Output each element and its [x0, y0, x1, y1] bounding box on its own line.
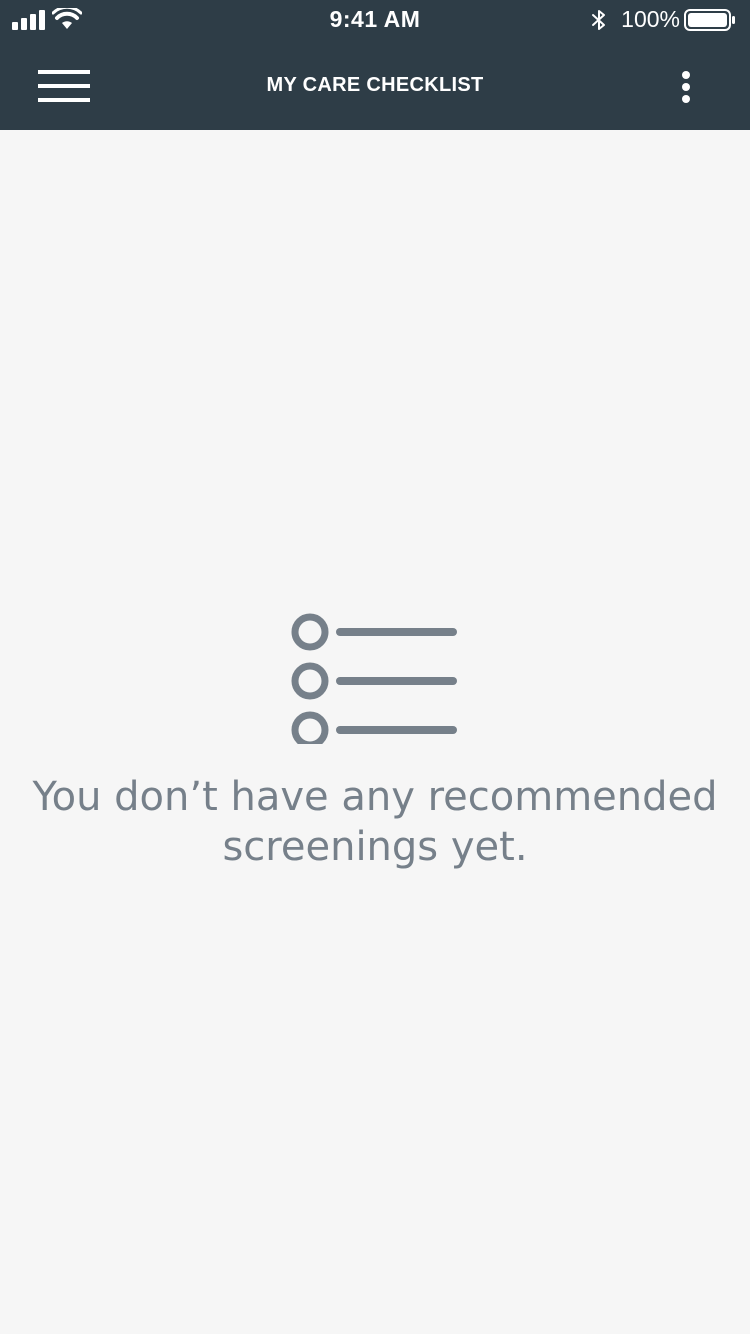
- hamburger-menu-button[interactable]: [26, 60, 102, 112]
- hamburger-menu-icon: [38, 70, 90, 102]
- empty-state: You don’t have any recommended screening…: [0, 600, 750, 872]
- app-header: 9:41 AM 100% MY CARE CHECKLIST: [0, 0, 750, 130]
- more-vertical-icon: [682, 71, 690, 103]
- battery-icon: [684, 9, 735, 31]
- empty-state-message: You don’t have any recommended screening…: [32, 774, 718, 870]
- more-options-button[interactable]: [660, 62, 712, 112]
- checklist-icon: [291, 613, 457, 744]
- bluetooth-icon: [592, 10, 605, 30]
- page-title: MY CARE CHECKLIST: [266, 74, 484, 96]
- navigation-bar: MY CARE CHECKLIST: [0, 40, 750, 130]
- status-bar: 9:41 AM 100%: [0, 0, 750, 40]
- battery-percentage: 100%: [621, 6, 680, 32]
